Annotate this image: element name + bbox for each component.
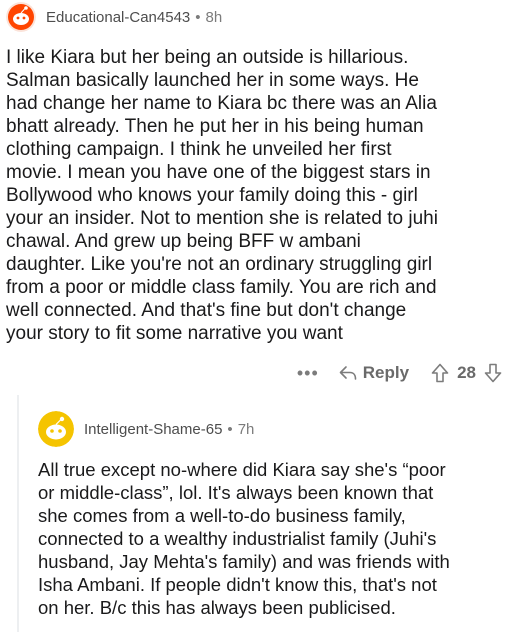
reply-icon	[339, 366, 357, 380]
vote-controls: 28	[431, 363, 502, 383]
username[interactable]: Intelligent-Shame-65	[84, 421, 222, 438]
thread-line[interactable]	[17, 395, 19, 632]
upvote-button[interactable]	[431, 363, 449, 383]
reply-button[interactable]: Reply	[339, 363, 409, 383]
reply-label: Reply	[362, 363, 410, 382]
comment-body: I like Kiara but her being an outside is…	[6, 47, 438, 344]
upvote-arrow-icon	[431, 363, 449, 383]
separator-dot: •	[227, 420, 233, 438]
comment-header: Educational-Can4543 • 8h	[6, 0, 506, 34]
separator-dot: •	[195, 8, 201, 26]
snoo-avatar-icon	[38, 411, 74, 447]
avatar[interactable]	[6, 2, 36, 32]
more-options-button[interactable]: •••	[297, 364, 319, 382]
comment-header: Intelligent-Shame-65 • 7h	[38, 410, 508, 448]
snoo-avatar-icon	[6, 2, 36, 32]
comment-intelligent-shame-65: Intelligent-Shame-65 • 7h All true excep…	[38, 410, 508, 619]
comment-body: All true except no-where did Kiara say s…	[38, 459, 450, 618]
avatar[interactable]	[38, 411, 74, 447]
comment-educational-can4543: Educational-Can4543 • 8h I like Kiara bu…	[6, 0, 506, 345]
downvote-button[interactable]	[484, 363, 502, 383]
comment-actions: ••• Reply 28	[297, 361, 502, 385]
timestamp: 7h	[237, 420, 255, 438]
downvote-arrow-icon	[484, 363, 502, 383]
username[interactable]: Educational-Can4543	[46, 9, 190, 26]
timestamp: 8h	[205, 8, 223, 26]
vote-score: 28	[457, 363, 476, 382]
